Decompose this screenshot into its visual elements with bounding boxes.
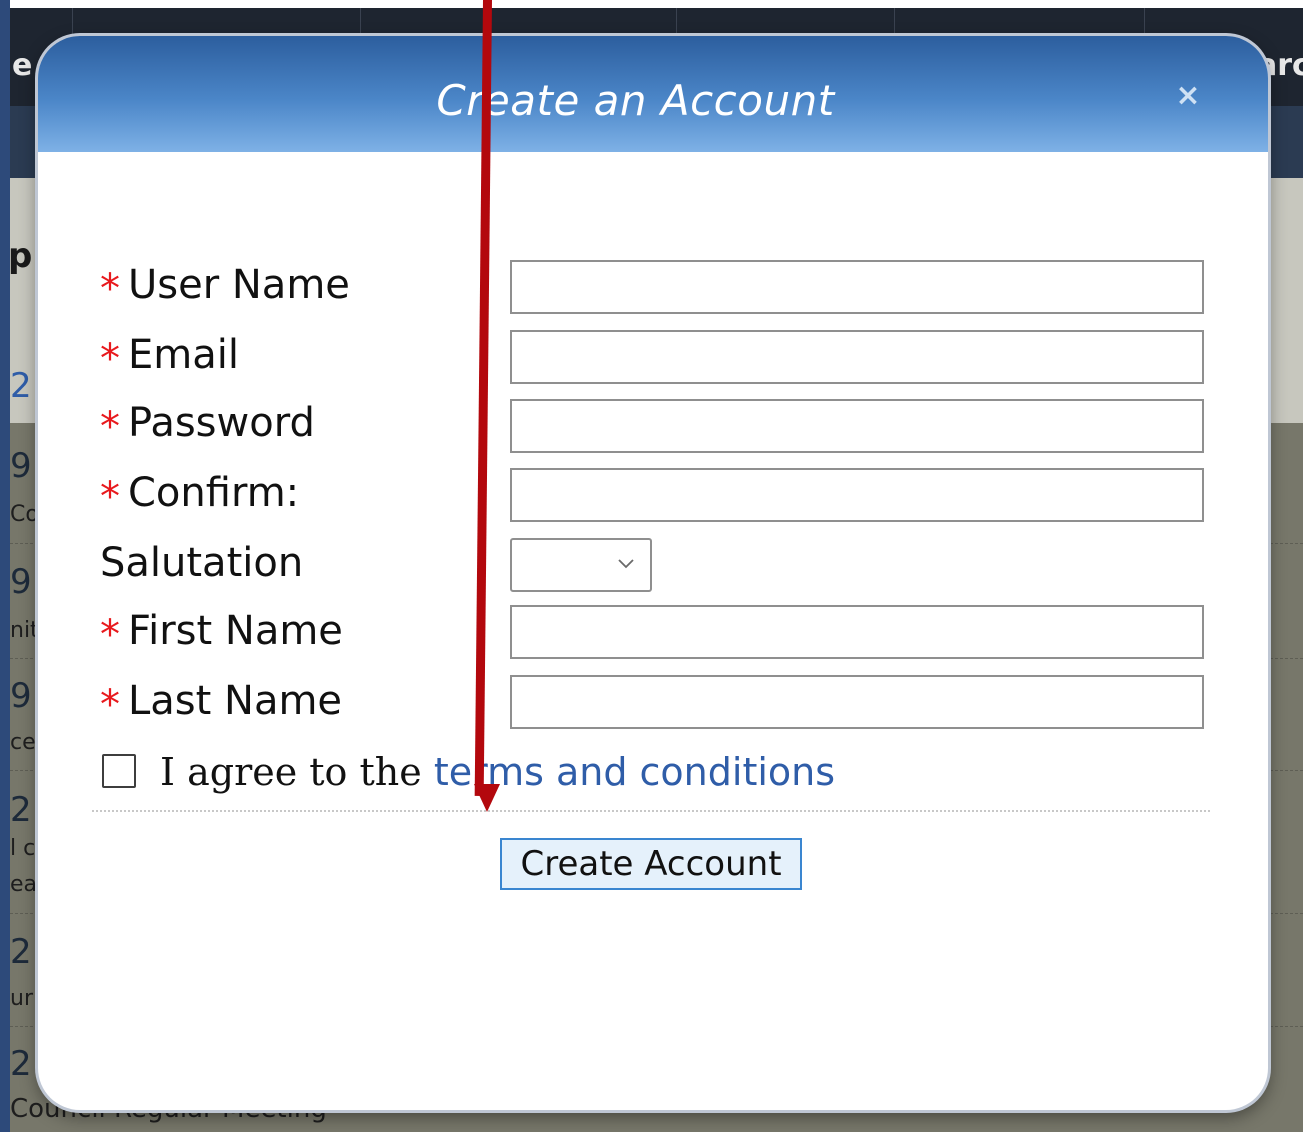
create-account-button[interactable]: Create Account [500,838,802,890]
background-char: 2 [10,790,32,830]
terms-checkbox[interactable] [102,754,136,788]
required-marker: * [100,336,120,382]
background-heading-char: p [8,236,33,276]
background-text: nit [10,618,39,643]
required-marker: * [100,682,120,728]
confirm-label: Confirm: [128,470,300,516]
required-marker: * [100,612,120,658]
password-label: Password [128,400,315,446]
background-topbar-text: e [12,48,33,83]
background-char: 2 [10,932,32,972]
background-text: l c [10,836,36,861]
background-char: 9 [10,446,32,486]
background-char: 9 [10,562,32,602]
user-name-label: User Name [128,262,350,308]
user-name-input[interactable] [510,260,1204,314]
last-name-input[interactable] [510,675,1204,729]
required-marker: * [100,474,120,520]
close-icon[interactable]: × [1174,81,1202,111]
salutation-select[interactable] [510,538,652,592]
divider [92,810,1210,812]
background-text: ce [10,730,36,755]
email-input[interactable] [510,330,1204,384]
password-input[interactable] [510,399,1204,453]
background-char: 9 [10,676,32,716]
dialog-title: Create an Account [436,76,835,125]
dialog-header: Create an Account × [38,36,1268,152]
create-account-dialog: Create an Account × * User Name * Email … [38,36,1268,1110]
background-text: Co [10,502,39,527]
required-marker: * [100,404,120,450]
annotation-arrow-head [474,784,500,812]
email-label: Email [128,332,239,378]
terms-prefix-text: I agree to the [160,750,434,794]
background-text: ur [10,986,33,1011]
chevron-down-icon [616,552,636,576]
last-name-label: Last Name [128,678,343,724]
first-name-input[interactable] [510,605,1204,659]
window-edge [0,0,10,1132]
confirm-password-input[interactable] [510,468,1204,522]
background-text: ea [10,872,38,897]
background-char: 2 [10,1044,32,1084]
required-marker: * [100,266,120,312]
first-name-label: First Name [128,608,343,654]
background-char: 2 [10,366,32,406]
salutation-label: Salutation [100,540,304,586]
